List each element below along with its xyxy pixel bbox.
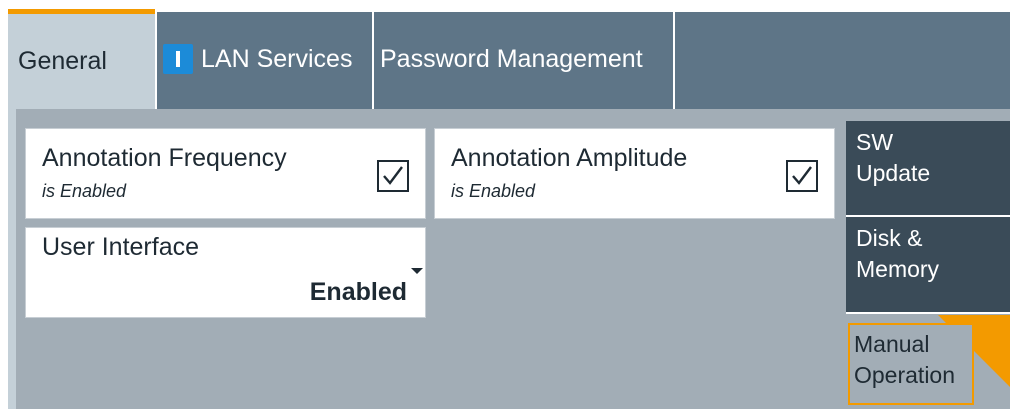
annotation-frequency-title: Annotation Frequency (42, 144, 287, 172)
annotation-amplitude-status: is Enabled (451, 181, 536, 201)
disk-memory-label-line2: Memory (856, 256, 940, 282)
annotation-frequency-status: is Enabled (42, 181, 127, 201)
user-interface-dropdown[interactable]: User Interface Enabled (25, 227, 426, 318)
settings-dialog: General LAN Services Password Management… (8, 9, 1010, 409)
annotation-frequency-checkbox[interactable] (377, 160, 409, 192)
tab-password-management[interactable]: Password Management (374, 9, 675, 109)
user-interface-title: User Interface (42, 233, 200, 261)
sw-update-label-line1: SW (856, 129, 894, 155)
tab-password-management-label: Password Management (380, 44, 643, 73)
annotation-frequency-setting[interactable]: Annotation Frequency is Enabled (25, 128, 426, 219)
dropdown-arrow-icon (411, 268, 423, 274)
tab-general-label: General (18, 47, 107, 75)
manual-operation-button[interactable]: Manual Operation (848, 323, 974, 405)
manual-operation-label-line2: Operation (854, 362, 956, 388)
sw-update-button[interactable]: SW Update (846, 121, 1010, 217)
info-icon (163, 44, 193, 74)
sw-update-label-line2: Update (856, 160, 931, 186)
tab-lan-services[interactable]: LAN Services (155, 9, 374, 109)
tab-bar: General LAN Services Password Management (8, 9, 1010, 109)
disk-memory-button[interactable]: Disk & Memory (846, 217, 1010, 314)
checkmark-icon (383, 166, 403, 185)
checkmark-icon (792, 166, 812, 185)
annotation-amplitude-title: Annotation Amplitude (451, 144, 688, 172)
disk-memory-label-line1: Disk & (856, 225, 923, 251)
user-interface-value: Enabled (309, 278, 407, 306)
annotation-amplitude-setting[interactable]: Annotation Amplitude is Enabled (434, 128, 835, 219)
manual-operation-label-line1: Manual (854, 331, 930, 357)
annotation-amplitude-checkbox[interactable] (786, 160, 818, 192)
tab-lan-services-label: LAN Services (201, 44, 353, 73)
active-tab-edge (8, 109, 16, 409)
tab-general[interactable]: General (8, 9, 155, 109)
tab-bar-empty-area (675, 9, 1010, 109)
